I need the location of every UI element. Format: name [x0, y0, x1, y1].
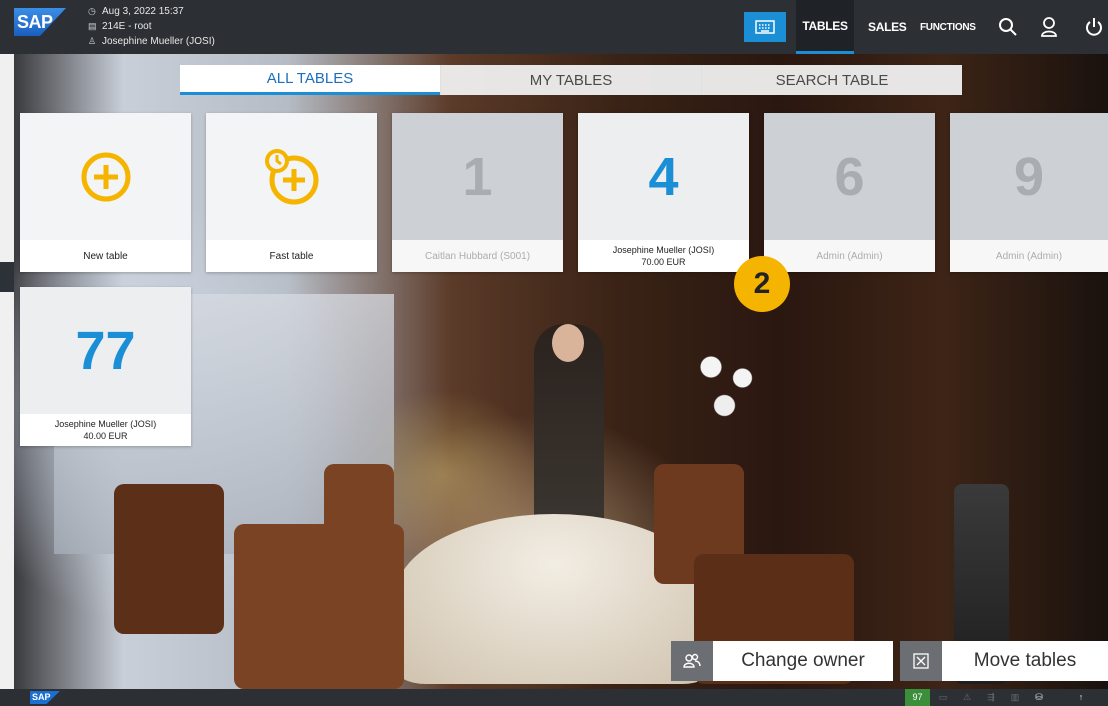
register-icon: ▤: [88, 21, 97, 31]
fast-table-icon: [264, 148, 318, 204]
sap-logo: SAP: [14, 8, 66, 36]
tab-search-table[interactable]: SEARCH TABLE: [701, 65, 962, 95]
status-bar: SAP 97 ▭ ⚠ ⇶ ▥ ⛁ ↑: [0, 689, 1108, 706]
user-icon: ♙: [88, 36, 97, 46]
table-number: 4: [648, 146, 679, 207]
datetime-text: Aug 3, 2022 15:37: [102, 6, 184, 17]
table-owner: Josephine Mueller (JOSI): [612, 245, 715, 255]
table-tile-6[interactable]: 6 Admin (Admin): [764, 113, 935, 272]
footer-sap-logo: SAP: [30, 691, 60, 704]
tab-all-tables[interactable]: ALL TABLES: [180, 65, 440, 95]
table-tile-1[interactable]: 1 Caitlan Hubbard (S001): [392, 113, 563, 272]
table-amount: 70.00 EUR: [641, 257, 686, 267]
table-tile-77[interactable]: 77 Josephine Mueller (JOSI) 40.00 EUR: [20, 287, 191, 446]
background-window-bar: [0, 262, 14, 292]
clock-icon: ◷: [88, 6, 96, 16]
expand-arrows-icon: [913, 653, 929, 669]
photo-chair: [114, 484, 224, 634]
status-icon-1: ▭: [938, 692, 948, 702]
user-profile-icon: [1041, 17, 1057, 37]
tile-footer: New table: [20, 240, 191, 272]
photo-waiter: [534, 324, 604, 534]
tile-label: New table: [83, 250, 128, 262]
change-owner-button[interactable]: Change owner: [671, 641, 893, 681]
user-text: Josephine Mueller (JOSI): [102, 36, 215, 47]
tile-footer: Caitlan Hubbard (S001): [392, 240, 563, 272]
user-button[interactable]: [1037, 14, 1061, 40]
table-number: 9: [1013, 146, 1045, 207]
tile-number-area: 77: [20, 287, 191, 414]
table-owner: Josephine Mueller (JOSI): [54, 419, 157, 429]
tile-label: Fast table: [269, 250, 314, 262]
device-text: 214E - root: [102, 21, 152, 32]
fast-table-tile[interactable]: Fast table: [206, 113, 377, 272]
nav-functions[interactable]: FUNCTIONS: [920, 0, 976, 54]
queue-count-badge: 97: [905, 689, 930, 706]
power-icon: [1086, 18, 1102, 36]
tile-footer: Josephine Mueller (JOSI) 70.00 EUR: [578, 240, 749, 272]
move-tables-label: Move tables: [973, 650, 1077, 671]
table-owner: Admin (Admin): [816, 250, 883, 262]
step-badge: 2: [734, 256, 790, 312]
table-number: 1: [462, 146, 493, 207]
move-tables-button[interactable]: Move tables: [900, 641, 1108, 681]
tile-number-area: 4: [578, 113, 749, 240]
tab-my-tables[interactable]: MY TABLES: [440, 65, 701, 95]
table-number: 6: [834, 146, 865, 207]
search-button[interactable]: [996, 14, 1020, 40]
tile-number-area: 1: [392, 113, 563, 240]
table-amount: 40.00 EUR: [83, 431, 128, 441]
tile-number-area: 6: [764, 113, 935, 240]
table-tabs: ALL TABLES MY TABLES SEARCH TABLE: [180, 65, 962, 95]
table-tile-4[interactable]: 4 Josephine Mueller (JOSI) 70.00 EUR: [578, 113, 749, 272]
database-icon[interactable]: ⛁: [1030, 689, 1048, 706]
arrow-up-icon[interactable]: ↑: [1072, 689, 1090, 706]
status-icon-2: ⚠: [962, 692, 972, 702]
new-table-tile[interactable]: New table: [20, 113, 191, 272]
table-number: 77: [75, 320, 136, 381]
keyboard-icon: [755, 20, 775, 34]
tile-footer: Admin (Admin): [950, 240, 1108, 272]
logout-button[interactable]: [1084, 14, 1104, 40]
photo-chair: [234, 524, 404, 689]
search-icon: [999, 18, 1017, 36]
tile-number-area: 9: [950, 113, 1108, 240]
top-bar: SAP ◷ Aug 3, 2022 15:37 ▤ 214E - root ♙ Jos…: [0, 0, 1108, 54]
session-info: ◷ Aug 3, 2022 15:37 ▤ 214E - root ♙ Josephi…: [88, 4, 215, 49]
status-icon-4: ▥: [1010, 692, 1020, 702]
tile-footer: Josephine Mueller (JOSI) 40.00 EUR: [20, 414, 191, 446]
change-owner-icon: [683, 653, 701, 668]
table-tile-9[interactable]: 9 Admin (Admin): [950, 113, 1108, 272]
tile-footer: Admin (Admin): [764, 240, 935, 272]
table-owner: Caitlan Hubbard (S001): [424, 250, 531, 262]
change-owner-label: Change owner: [741, 650, 865, 671]
tile-footer: Fast table: [206, 240, 377, 272]
status-icon-3: ⇶: [987, 692, 995, 702]
photo-head: [552, 324, 584, 362]
background-window-strip: [0, 0, 14, 706]
tile-icon-area: [206, 113, 377, 240]
tile-icon-area: [20, 113, 191, 240]
photo-flowers: [684, 334, 774, 444]
nav-tables[interactable]: TABLES: [796, 0, 854, 54]
table-owner: Admin (Admin): [995, 250, 1063, 262]
change-owner-icon-box: [671, 641, 713, 681]
move-tables-icon-box: [900, 641, 942, 681]
plus-circle-icon: [81, 152, 130, 201]
nav-sales[interactable]: SALES: [868, 0, 907, 54]
keyboard-button[interactable]: [744, 12, 786, 42]
